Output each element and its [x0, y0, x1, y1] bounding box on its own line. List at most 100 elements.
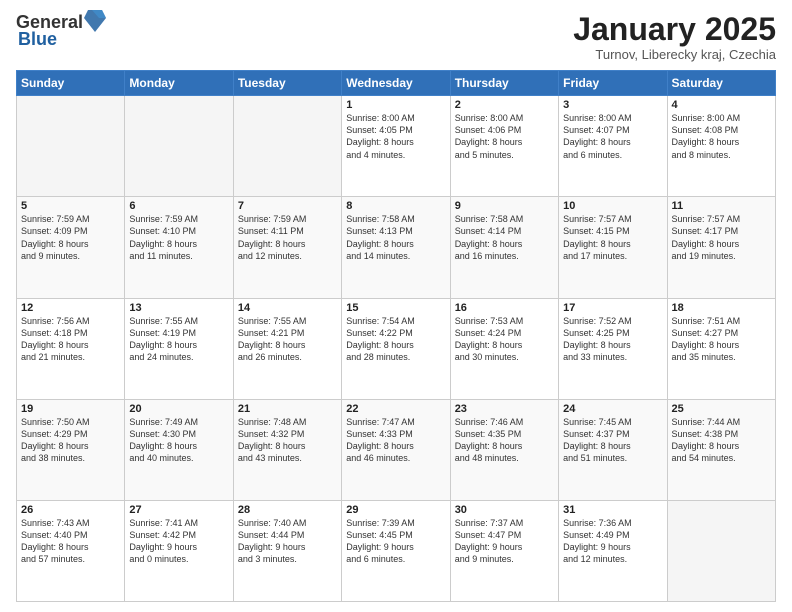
calendar-table: SundayMondayTuesdayWednesdayThursdayFrid…	[16, 70, 776, 602]
day-number: 24	[563, 403, 662, 415]
day-number: 10	[563, 200, 662, 212]
day-info: Sunrise: 8:00 AMSunset: 4:05 PMDaylight:…	[346, 112, 445, 161]
day-info: Sunrise: 7:58 AMSunset: 4:13 PMDaylight:…	[346, 213, 445, 262]
calendar-cell: 7Sunrise: 7:59 AMSunset: 4:11 PMDaylight…	[233, 197, 341, 298]
day-number: 16	[455, 302, 554, 314]
calendar-cell: 15Sunrise: 7:54 AMSunset: 4:22 PMDayligh…	[342, 298, 450, 399]
day-info: Sunrise: 7:57 AMSunset: 4:17 PMDaylight:…	[672, 213, 771, 262]
weekday-header: Wednesday	[342, 71, 450, 96]
calendar-cell: 28Sunrise: 7:40 AMSunset: 4:44 PMDayligh…	[233, 500, 341, 601]
day-number: 5	[21, 200, 120, 212]
day-info: Sunrise: 7:45 AMSunset: 4:37 PMDaylight:…	[563, 416, 662, 465]
calendar-cell: 25Sunrise: 7:44 AMSunset: 4:38 PMDayligh…	[667, 399, 775, 500]
day-number: 19	[21, 403, 120, 415]
calendar-body: 1Sunrise: 8:00 AMSunset: 4:05 PMDaylight…	[17, 96, 776, 602]
day-number: 25	[672, 403, 771, 415]
weekday-header: Sunday	[17, 71, 125, 96]
calendar-cell: 6Sunrise: 7:59 AMSunset: 4:10 PMDaylight…	[125, 197, 233, 298]
location: Turnov, Liberecky kraj, Czechia	[573, 47, 776, 62]
day-info: Sunrise: 7:56 AMSunset: 4:18 PMDaylight:…	[21, 315, 120, 364]
day-number: 17	[563, 302, 662, 314]
day-info: Sunrise: 7:50 AMSunset: 4:29 PMDaylight:…	[21, 416, 120, 465]
day-info: Sunrise: 7:55 AMSunset: 4:19 PMDaylight:…	[129, 315, 228, 364]
day-info: Sunrise: 7:48 AMSunset: 4:32 PMDaylight:…	[238, 416, 337, 465]
day-number: 4	[672, 99, 771, 111]
weekday-header: Friday	[559, 71, 667, 96]
calendar-cell: 23Sunrise: 7:46 AMSunset: 4:35 PMDayligh…	[450, 399, 558, 500]
day-info: Sunrise: 7:44 AMSunset: 4:38 PMDaylight:…	[672, 416, 771, 465]
day-info: Sunrise: 8:00 AMSunset: 4:08 PMDaylight:…	[672, 112, 771, 161]
weekday-header: Tuesday	[233, 71, 341, 96]
calendar-cell	[233, 96, 341, 197]
day-number: 26	[21, 504, 120, 516]
calendar-cell: 17Sunrise: 7:52 AMSunset: 4:25 PMDayligh…	[559, 298, 667, 399]
logo-icon	[84, 8, 106, 34]
day-info: Sunrise: 7:47 AMSunset: 4:33 PMDaylight:…	[346, 416, 445, 465]
day-number: 14	[238, 302, 337, 314]
calendar-cell: 20Sunrise: 7:49 AMSunset: 4:30 PMDayligh…	[125, 399, 233, 500]
calendar-cell: 29Sunrise: 7:39 AMSunset: 4:45 PMDayligh…	[342, 500, 450, 601]
calendar-week-row: 1Sunrise: 8:00 AMSunset: 4:05 PMDaylight…	[17, 96, 776, 197]
calendar-cell: 21Sunrise: 7:48 AMSunset: 4:32 PMDayligh…	[233, 399, 341, 500]
calendar-week-row: 26Sunrise: 7:43 AMSunset: 4:40 PMDayligh…	[17, 500, 776, 601]
calendar-cell: 19Sunrise: 7:50 AMSunset: 4:29 PMDayligh…	[17, 399, 125, 500]
weekday-header-row: SundayMondayTuesdayWednesdayThursdayFrid…	[17, 71, 776, 96]
day-number: 12	[21, 302, 120, 314]
calendar-cell: 1Sunrise: 8:00 AMSunset: 4:05 PMDaylight…	[342, 96, 450, 197]
day-info: Sunrise: 7:46 AMSunset: 4:35 PMDaylight:…	[455, 416, 554, 465]
calendar-cell: 2Sunrise: 8:00 AMSunset: 4:06 PMDaylight…	[450, 96, 558, 197]
calendar-cell: 14Sunrise: 7:55 AMSunset: 4:21 PMDayligh…	[233, 298, 341, 399]
calendar-week-row: 19Sunrise: 7:50 AMSunset: 4:29 PMDayligh…	[17, 399, 776, 500]
day-info: Sunrise: 7:59 AMSunset: 4:09 PMDaylight:…	[21, 213, 120, 262]
day-number: 15	[346, 302, 445, 314]
calendar-cell: 9Sunrise: 7:58 AMSunset: 4:14 PMDaylight…	[450, 197, 558, 298]
page: General Blue January 2025 Turnov, Libere…	[0, 0, 792, 612]
day-info: Sunrise: 7:43 AMSunset: 4:40 PMDaylight:…	[21, 517, 120, 566]
calendar-cell: 31Sunrise: 7:36 AMSunset: 4:49 PMDayligh…	[559, 500, 667, 601]
day-number: 18	[672, 302, 771, 314]
calendar-week-row: 12Sunrise: 7:56 AMSunset: 4:18 PMDayligh…	[17, 298, 776, 399]
day-info: Sunrise: 7:41 AMSunset: 4:42 PMDaylight:…	[129, 517, 228, 566]
header: General Blue January 2025 Turnov, Libere…	[16, 12, 776, 62]
day-info: Sunrise: 7:39 AMSunset: 4:45 PMDaylight:…	[346, 517, 445, 566]
weekday-header: Thursday	[450, 71, 558, 96]
weekday-header: Monday	[125, 71, 233, 96]
calendar-cell: 18Sunrise: 7:51 AMSunset: 4:27 PMDayligh…	[667, 298, 775, 399]
weekday-header: Saturday	[667, 71, 775, 96]
day-info: Sunrise: 7:40 AMSunset: 4:44 PMDaylight:…	[238, 517, 337, 566]
day-number: 29	[346, 504, 445, 516]
day-number: 8	[346, 200, 445, 212]
day-number: 9	[455, 200, 554, 212]
calendar-cell: 4Sunrise: 8:00 AMSunset: 4:08 PMDaylight…	[667, 96, 775, 197]
day-info: Sunrise: 7:36 AMSunset: 4:49 PMDaylight:…	[563, 517, 662, 566]
day-number: 11	[672, 200, 771, 212]
day-number: 7	[238, 200, 337, 212]
calendar-cell: 12Sunrise: 7:56 AMSunset: 4:18 PMDayligh…	[17, 298, 125, 399]
day-info: Sunrise: 7:54 AMSunset: 4:22 PMDaylight:…	[346, 315, 445, 364]
day-info: Sunrise: 7:58 AMSunset: 4:14 PMDaylight:…	[455, 213, 554, 262]
day-number: 3	[563, 99, 662, 111]
day-number: 28	[238, 504, 337, 516]
calendar-cell: 26Sunrise: 7:43 AMSunset: 4:40 PMDayligh…	[17, 500, 125, 601]
calendar-cell: 10Sunrise: 7:57 AMSunset: 4:15 PMDayligh…	[559, 197, 667, 298]
day-number: 13	[129, 302, 228, 314]
day-info: Sunrise: 7:52 AMSunset: 4:25 PMDaylight:…	[563, 315, 662, 364]
day-info: Sunrise: 8:00 AMSunset: 4:06 PMDaylight:…	[455, 112, 554, 161]
calendar-cell: 22Sunrise: 7:47 AMSunset: 4:33 PMDayligh…	[342, 399, 450, 500]
calendar-week-row: 5Sunrise: 7:59 AMSunset: 4:09 PMDaylight…	[17, 197, 776, 298]
day-number: 2	[455, 99, 554, 111]
day-info: Sunrise: 7:49 AMSunset: 4:30 PMDaylight:…	[129, 416, 228, 465]
day-info: Sunrise: 7:53 AMSunset: 4:24 PMDaylight:…	[455, 315, 554, 364]
calendar-cell: 3Sunrise: 8:00 AMSunset: 4:07 PMDaylight…	[559, 96, 667, 197]
day-info: Sunrise: 7:37 AMSunset: 4:47 PMDaylight:…	[455, 517, 554, 566]
day-number: 27	[129, 504, 228, 516]
day-number: 21	[238, 403, 337, 415]
day-info: Sunrise: 8:00 AMSunset: 4:07 PMDaylight:…	[563, 112, 662, 161]
day-number: 6	[129, 200, 228, 212]
calendar-cell: 13Sunrise: 7:55 AMSunset: 4:19 PMDayligh…	[125, 298, 233, 399]
calendar-cell	[17, 96, 125, 197]
day-number: 1	[346, 99, 445, 111]
day-info: Sunrise: 7:59 AMSunset: 4:10 PMDaylight:…	[129, 213, 228, 262]
day-number: 23	[455, 403, 554, 415]
calendar-cell: 8Sunrise: 7:58 AMSunset: 4:13 PMDaylight…	[342, 197, 450, 298]
